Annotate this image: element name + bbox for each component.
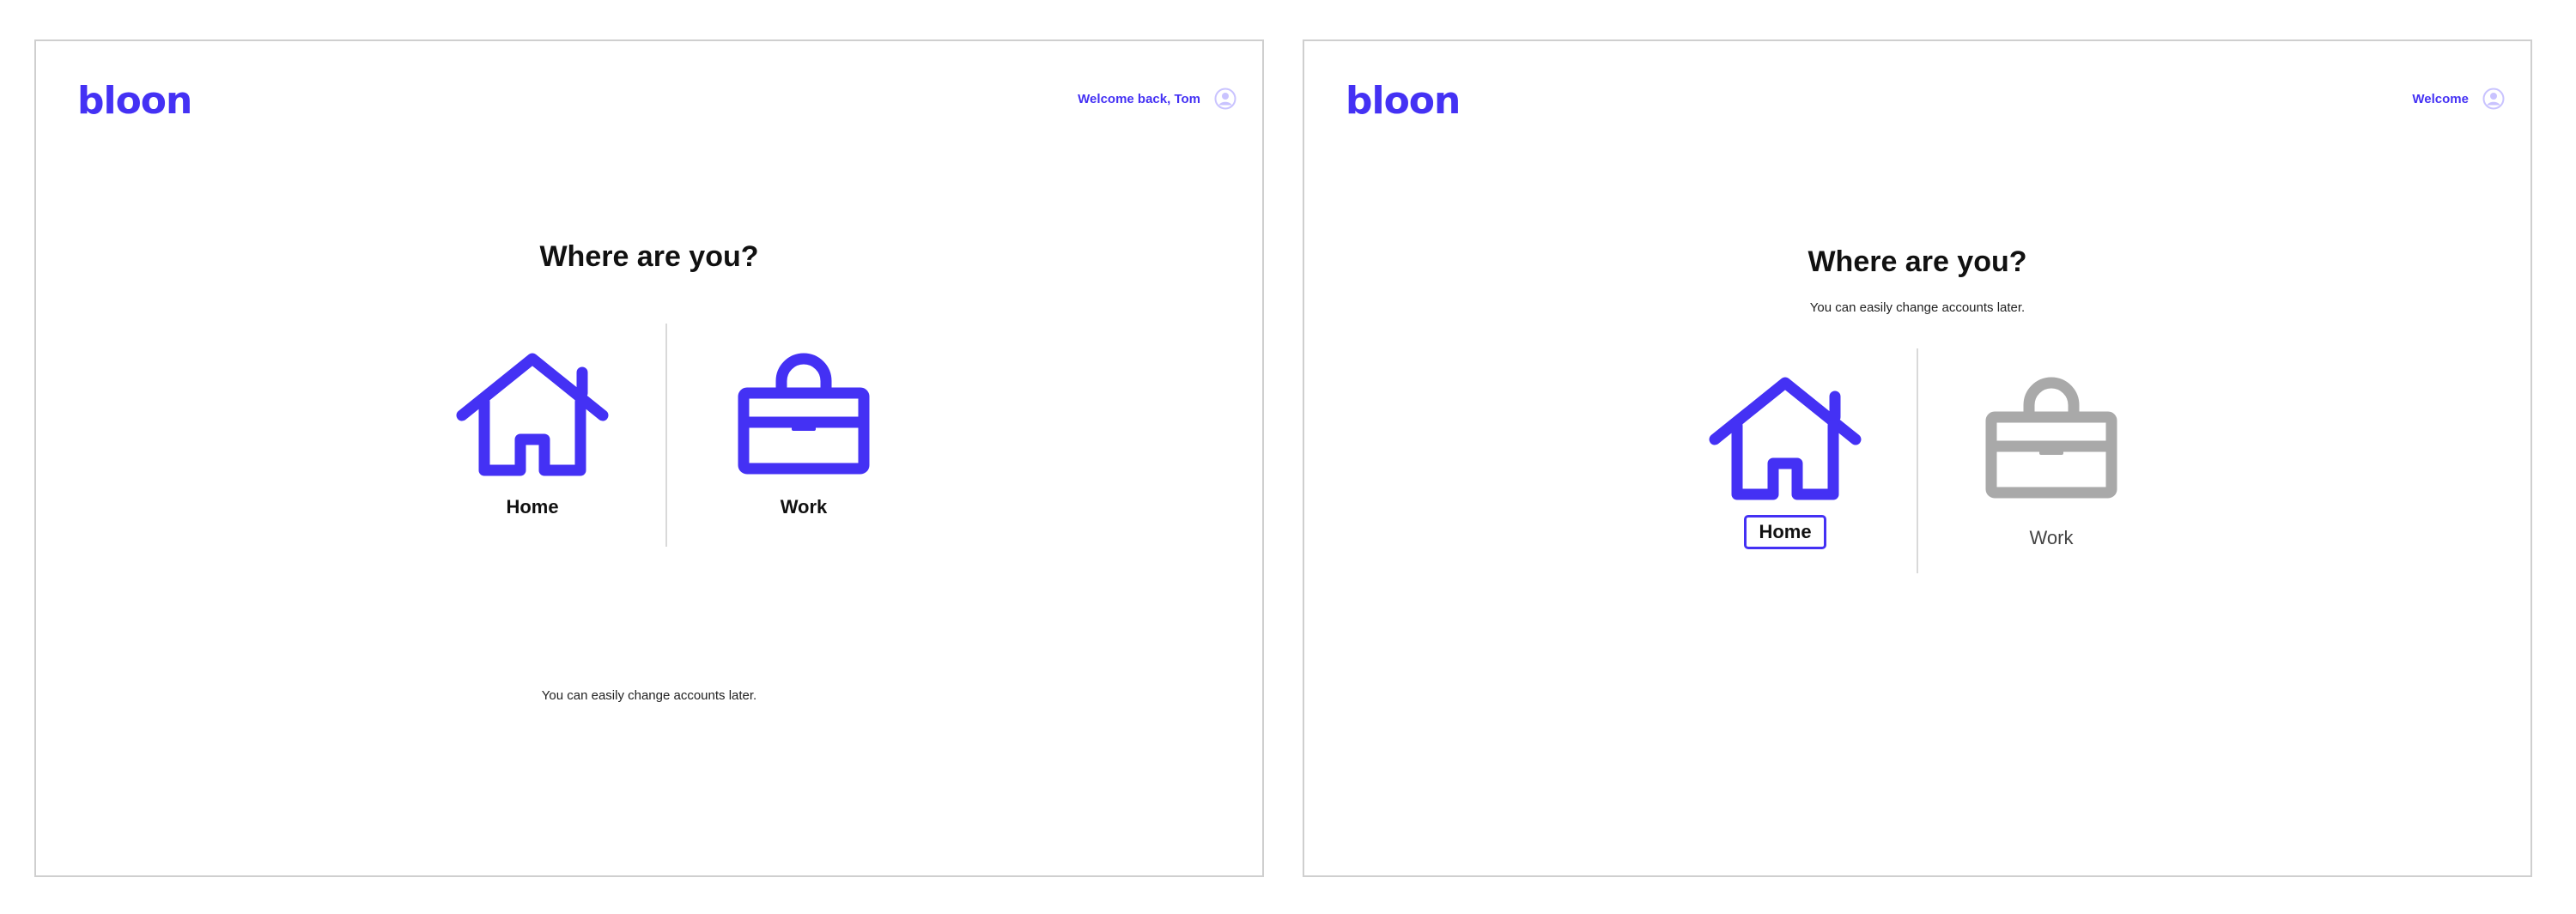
home-icon: [456, 353, 609, 476]
screen-welcome: bloon Welcome Where are you? You can eas…: [1303, 39, 2532, 877]
option-divider: [665, 324, 667, 547]
helper-text: You can easily change accounts later.: [1809, 300, 2026, 315]
screen-welcome-back: bloon Welcome back, Tom Where are you? H…: [34, 39, 1264, 877]
home-option[interactable]: Home: [1691, 376, 1880, 549]
home-label: Home: [506, 496, 559, 518]
page-title: Where are you?: [1807, 245, 2027, 278]
helper-text: You can easily change accounts later.: [541, 688, 757, 703]
page-title: Where are you?: [539, 240, 759, 273]
home-option[interactable]: Home: [438, 352, 627, 517]
home-label: Home: [1744, 515, 1826, 549]
bloon-logo[interactable]: bloon: [1346, 82, 1461, 120]
bloon-logo[interactable]: bloon: [77, 82, 192, 120]
option-divider: [1917, 348, 1918, 573]
work-option[interactable]: Work: [709, 352, 898, 517]
welcome-text: Welcome: [2412, 91, 2469, 106]
user-menu[interactable]: Welcome: [2412, 88, 2505, 110]
avatar-icon[interactable]: [2482, 88, 2505, 110]
briefcase-icon: [738, 353, 870, 475]
avatar-icon[interactable]: [1214, 88, 1236, 110]
home-icon: [1709, 377, 1862, 500]
user-menu[interactable]: Welcome back, Tom: [1078, 88, 1236, 110]
work-label: Work: [2029, 527, 2074, 548]
work-option[interactable]: Work: [1957, 376, 2146, 548]
work-label: Work: [780, 496, 828, 518]
welcome-text: Welcome back, Tom: [1078, 91, 1200, 106]
briefcase-icon: [1985, 377, 2117, 499]
